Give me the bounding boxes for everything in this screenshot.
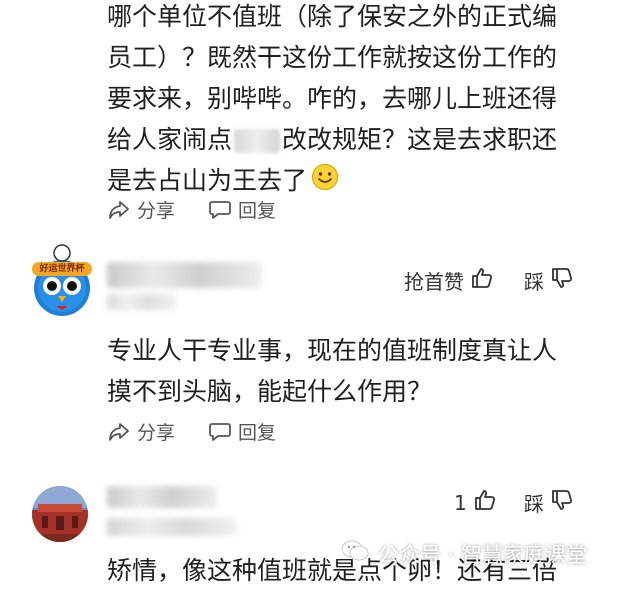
comment-line: 给人家闹点 改改规矩？这是去求职还 <box>107 119 607 160</box>
comment-line: 是去占山为王去了 <box>107 160 607 203</box>
reply-icon <box>208 421 232 443</box>
avatar[interactable]: 好运世界杯 <box>30 244 94 318</box>
username-redacted <box>107 262 262 288</box>
like-button[interactable]: 抢首赞 <box>404 266 494 295</box>
reply-button[interactable]: 回复 <box>208 196 276 223</box>
share-icon <box>107 199 131 221</box>
comment-meta-redacted <box>107 294 177 310</box>
redacted-text <box>234 129 281 153</box>
comment-line: 专业人干专业事，现在的值班制度真让人 <box>107 336 558 365</box>
like-button[interactable]: 1 <box>454 488 497 517</box>
thumbs-up-icon <box>470 266 494 295</box>
wechat-icon <box>340 538 370 569</box>
share-label: 分享 <box>137 422 176 444</box>
dislike-button[interactable]: 踩 <box>524 488 574 517</box>
comment-line: 哪个单位不值班（除了保安之外的正式编 <box>107 2 558 31</box>
share-button[interactable]: 分享 <box>107 418 175 445</box>
thumbs-down-icon <box>550 488 574 517</box>
reply-button[interactable]: 回复 <box>208 418 276 445</box>
comment-text: 给人家闹点 <box>107 125 233 154</box>
like-label: 抢首赞 <box>404 270 464 294</box>
dislike-label: 踩 <box>524 270 544 294</box>
comment-text: 改改规矩？这是去求职还 <box>282 125 558 154</box>
comment-line: 员工）？既然干这份工作就按这份工作的 <box>107 43 558 72</box>
avatar-badge-text: 好运世界杯 <box>39 264 85 274</box>
comment-body-1: 哪个单位不值班（除了保安之外的正式编 员工）？既然干这份工作就按这份工作的 要求… <box>107 0 607 203</box>
reply-label: 回复 <box>238 200 277 222</box>
comment-line: 摸不到头脑，能起什么作用？ <box>107 377 433 406</box>
comment-body-2: 专业人干专业事，现在的值班制度真让人 摸不到头脑，能起什么作用？ <box>107 330 607 412</box>
watermark-text: 公众号 · 智慧家庭课堂 <box>378 542 588 567</box>
username-redacted <box>107 486 217 508</box>
share-label: 分享 <box>137 200 176 222</box>
share-button[interactable]: 分享 <box>107 196 175 223</box>
avatar[interactable] <box>32 486 88 542</box>
comment-text: 是去占山为王去了 <box>107 166 308 195</box>
comment-line: 要求来，别哔哔。咋的，去哪儿上班还得 <box>107 84 558 113</box>
reply-icon <box>208 199 232 221</box>
dislike-button[interactable]: 踩 <box>524 266 574 295</box>
thumbs-up-icon <box>473 488 497 517</box>
like-count: 1 <box>454 490 467 515</box>
share-icon <box>107 421 131 443</box>
dislike-label: 踩 <box>524 492 544 516</box>
thumbs-down-icon <box>550 266 574 295</box>
smile-emoji-icon <box>311 162 339 203</box>
watermark: 公众号 · 智慧家庭课堂 <box>340 538 587 569</box>
reply-label: 回复 <box>238 422 277 444</box>
comment-meta-redacted <box>107 518 237 536</box>
